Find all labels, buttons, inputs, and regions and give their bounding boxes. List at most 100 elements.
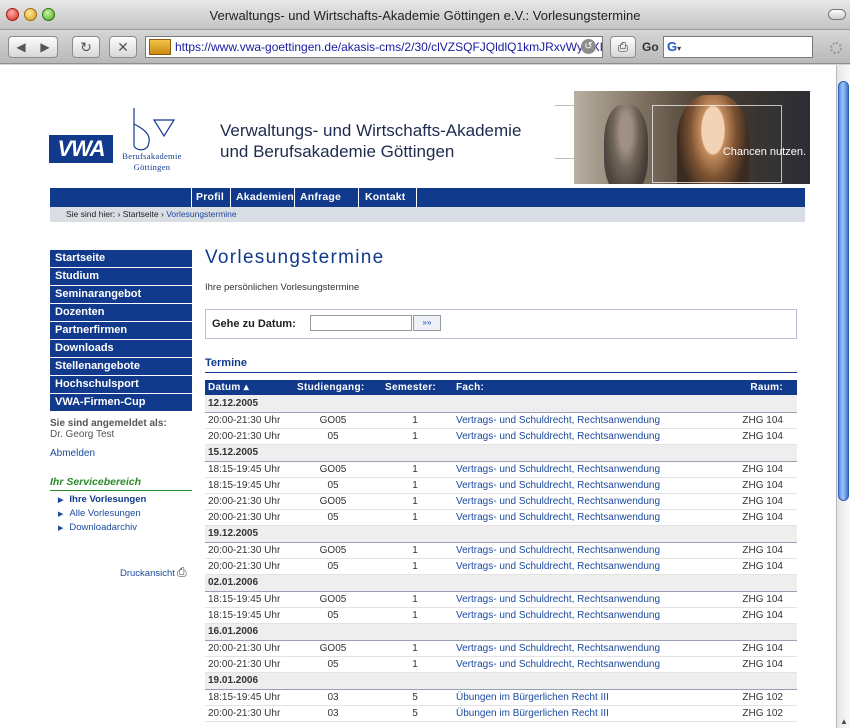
breadcrumb-separator: › — [117, 209, 121, 219]
cell-time: 20:00-21:30 Uhr — [205, 656, 289, 673]
cell-fach[interactable]: Vertrags- und Schuldrecht, Rechtsanwendu… — [453, 428, 697, 445]
hero-person-background — [604, 105, 648, 184]
vertical-scrollbar[interactable]: ▲ — [836, 65, 850, 728]
cell-time: 20:00-21:30 Uhr — [205, 640, 289, 657]
breadcrumb: Sie sind hier: › Startseite › Vorlesungs… — [50, 207, 805, 222]
back-arrow-icon[interactable]: ◀ — [9, 37, 33, 57]
cell-fach[interactable]: Vertrags- und Schuldrecht, Rechtsanwendu… — [453, 542, 697, 559]
login-name: Dr. Georg Test — [50, 429, 115, 440]
reload-button[interactable]: ↻ — [72, 36, 100, 58]
breadcrumb-vorlesungstermine[interactable]: Vorlesungstermine — [166, 209, 236, 219]
sidebar-item[interactable]: Partnerfirmen — [50, 322, 192, 339]
cell-fach[interactable]: Vertrags- und Schuldrecht, Rechtsanwendu… — [453, 477, 697, 494]
cell-fach[interactable]: Vertrags- und Schuldrecht, Rechtsanwendu… — [453, 558, 697, 575]
sidebar-menu: Startseite Studium Seminarangebot Dozenten P… — [50, 250, 192, 412]
service-item[interactable]: ▶ Alle Vorlesungen — [58, 507, 146, 521]
sidebar-item[interactable]: Seminarangebot — [50, 286, 192, 303]
cell-studiengang: GO05 — [289, 461, 377, 478]
activity-spinner-icon — [830, 42, 842, 54]
sidebar-item[interactable]: Startseite — [50, 250, 192, 267]
nav-separator — [358, 188, 359, 207]
table-row: 20:00-21:30 Uhr GO05 1 Vertrags- und Schuld… — [205, 412, 797, 429]
cell-fach[interactable]: Vertrags- und Schuldrecht, Rechtsanwendu… — [453, 591, 697, 608]
table-row: 20:00-21:30 Uhr 05 1 Vertrags- und Schuldre… — [205, 428, 797, 445]
sidebar-item[interactable]: Stellenangebote — [50, 358, 192, 375]
cell-fach[interactable]: Vertrags- und Schuldrecht, Rechtsanwendu… — [453, 607, 697, 624]
sidebar-item[interactable]: Downloads — [50, 340, 192, 357]
cell-time: 18:15-19:45 Uhr — [205, 461, 289, 478]
column-header-datum[interactable]: Datum ▴ — [205, 380, 289, 395]
cell-fach[interactable]: Vertrags- und Schuldrecht, Rechtsanwendu… — [453, 412, 697, 429]
back-forward-control: ◀ ▶ — [8, 36, 58, 58]
cell-raum: ZHG 104 — [697, 558, 797, 575]
nav-item-profil[interactable]: Profil — [196, 188, 224, 207]
nav-item-anfrage[interactable]: Anfrage — [300, 188, 341, 207]
goto-date-button[interactable]: »» — [413, 315, 441, 331]
browser-toolbar: ◀ ▶ ↻ ✕ https://www.vwa-goettingen.de/aka… — [0, 30, 850, 64]
logout-link[interactable]: Abmelden — [50, 448, 95, 459]
breadcrumb-startseite[interactable]: Startseite — [123, 209, 159, 219]
stop-icon: ✕ — [117, 39, 129, 55]
cell-time: 20:00-21:30 Uhr — [205, 542, 289, 559]
stop-button[interactable]: ✕ — [109, 36, 137, 58]
sidebar-item[interactable]: Studium — [50, 268, 192, 285]
table-header-row: Datum ▴ Studiengang: Semester: Fach: Rau… — [205, 380, 797, 395]
table-row: 18:15-19:45 Uhr 03 5 Übungen im Bürgerliche… — [205, 689, 797, 706]
cell-raum: ZHG 102 — [697, 705, 797, 722]
cell-studiengang: 05 — [289, 477, 377, 494]
nav-item-akademien[interactable]: Akademien — [236, 188, 294, 207]
nav-separator — [416, 188, 417, 207]
cell-fach[interactable]: Vertrags- und Schuldrecht, Rechtsanwendu… — [453, 640, 697, 657]
cell-raum: ZHG 104 — [697, 493, 797, 510]
nav-item-kontakt[interactable]: Kontakt — [365, 188, 405, 207]
sidebar-item[interactable]: Dozenten — [50, 304, 192, 321]
scrollbar-thumb[interactable] — [838, 81, 849, 501]
go-label[interactable]: Go — [642, 40, 659, 54]
url-text: https://www.vwa-goettingen.de/akasis-cms… — [175, 40, 603, 54]
page-subtitle: Ihre persönlichen Vorlesungstermine — [205, 282, 360, 293]
scroll-up-arrow-icon[interactable]: ▲ — [839, 717, 849, 726]
vwa-logo[interactable]: VWA — [49, 135, 113, 163]
logo-caption: Berufsakademie Göttingen — [113, 151, 191, 173]
date-group-label: 19.01.2006 — [205, 672, 797, 690]
cell-raum: ZHG 104 — [697, 640, 797, 657]
cell-studiengang: GO05 — [289, 542, 377, 559]
service-item[interactable]: ▶ Downloadarchiv — [58, 521, 146, 535]
cell-fach[interactable]: Übungen im Bürgerlichen Recht III — [453, 689, 697, 706]
print-view-link[interactable]: Druckansicht — [120, 568, 175, 579]
cell-raum: ZHG 104 — [697, 428, 797, 445]
bullet-triangle-icon: ▶ — [58, 497, 64, 504]
cell-time: 18:15-19:45 Uhr — [205, 689, 289, 706]
goto-date-input[interactable] — [310, 315, 412, 331]
search-field[interactable]: G▾ — [663, 36, 813, 58]
forward-arrow-icon[interactable]: ▶ — [33, 37, 57, 57]
service-heading: Ihr Servicebereich — [50, 476, 192, 491]
address-bar[interactable]: https://www.vwa-goettingen.de/akasis-cms… — [145, 36, 603, 58]
table-row: 18:15-19:45 Uhr GO05 1 Vertrags- und Schuld… — [205, 591, 797, 608]
table-row: 20:00-21:30 Uhr 05 1 Vertrags- und Schuldre… — [205, 558, 797, 575]
window-title: Verwaltungs- und Wirtschafts-Akademie Gö… — [209, 8, 641, 23]
cell-fach[interactable]: Vertrags- und Schuldrecht, Rechtsanwendu… — [453, 461, 697, 478]
date-group-label: 19.12.2005 — [205, 525, 797, 543]
cell-raum: ZHG 104 — [697, 461, 797, 478]
address-go-icon[interactable]: ↺ — [581, 39, 596, 54]
service-item[interactable]: ▶ Ihre Vorlesungen — [58, 493, 146, 507]
table-row: 18:15-19:45 Uhr 05 1 Vertrags- und Schuldre… — [205, 607, 797, 624]
toolbar-toggle-button[interactable] — [828, 9, 846, 20]
cell-fach[interactable]: Übungen im Bürgerlichen Recht III — [453, 705, 697, 722]
cell-fach[interactable]: Vertrags- und Schuldrecht, Rechtsanwendu… — [453, 509, 697, 526]
printer-icon[interactable]: ⎙ — [177, 565, 187, 580]
cell-studiengang: 05 — [289, 558, 377, 575]
schedule-table-body: 12.12.2005 20:00-21:30 Uhr GO05 1 Vertrags- … — [205, 395, 797, 722]
cell-fach[interactable]: Vertrags- und Schuldrecht, Rechtsanwendu… — [453, 493, 697, 510]
cell-raum: ZHG 104 — [697, 542, 797, 559]
date-group-label: 02.01.2006 — [205, 574, 797, 592]
sidebar-item[interactable]: Hochschulsport — [50, 376, 192, 393]
sidebar-item[interactable]: VWA-Firmen-Cup — [50, 394, 192, 411]
nav-separator — [230, 188, 231, 207]
print-button[interactable]: ⎙ — [610, 36, 636, 58]
page-viewport: VWA Berufsakademie Göttingen Verwaltungs… — [0, 65, 836, 728]
date-group-label: 15.12.2005 — [205, 444, 797, 462]
table-row: 20:00-21:30 Uhr GO05 1 Vertrags- und Schuld… — [205, 493, 797, 510]
cell-fach[interactable]: Vertrags- und Schuldrecht, Rechtsanwendu… — [453, 656, 697, 673]
